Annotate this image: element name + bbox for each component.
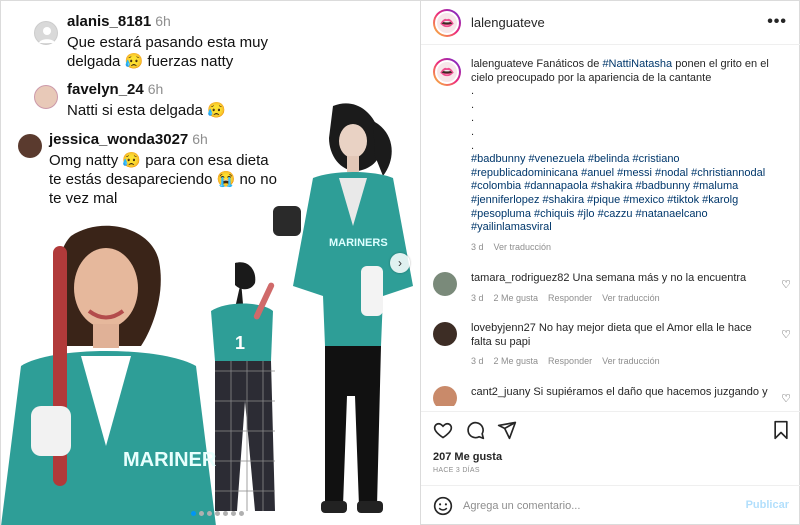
caption-username[interactable]: lalenguateve [471, 58, 533, 70]
overlay-comment-time: 6h [192, 131, 208, 147]
post-header: 👄 lalenguateve ••• [421, 1, 800, 45]
carousel-next-button[interactable]: › [390, 253, 410, 273]
commenter-avatar [34, 21, 58, 45]
caption-meta: 3 d Ver traducción [471, 241, 771, 255]
caption-age: 3 d [471, 241, 484, 252]
comment-input[interactable] [463, 496, 733, 516]
comment-translate-link[interactable]: Ver traducción [602, 293, 660, 303]
like-count[interactable]: 207 Me gusta [433, 451, 502, 463]
caption-author-avatar-image: 👄 [435, 60, 459, 84]
overlay-comment-text: Que estará pasando esta muy delgada 😥 fu… [67, 34, 268, 70]
emoji-picker-icon[interactable] [433, 496, 453, 516]
carousel-dot-active [191, 511, 196, 516]
overlay-comment-user: alanis_8181 [67, 13, 152, 30]
comment-username[interactable]: cant2_juany [471, 386, 530, 398]
carousel-dot [207, 511, 212, 516]
caption-translate-link[interactable]: Ver traducción [494, 242, 552, 252]
caption-hashtags[interactable]: #badbunny #venezuela #belinda #cristiano… [471, 153, 771, 235]
comment-avatar[interactable] [433, 272, 457, 296]
overlay-comment-time: 6h [147, 81, 164, 97]
post-author-username[interactable]: lalenguateve [471, 15, 545, 30]
profile-avatar[interactable]: 👄 [433, 8, 461, 37]
overlay-comment-user: favelyn_24 [67, 81, 144, 98]
jersey-lettering: MARINERS [329, 237, 388, 249]
caption-text: lalenguateve Fanáticos de #NattiNatasha p… [471, 58, 771, 254]
post-sidebar: 👄 lalenguateve ••• 👄 lalenguateve Fanátic… [421, 1, 800, 525]
caption-dot-line: . [471, 125, 475, 138]
comment-likes[interactable]: 2 Me gusta [494, 293, 539, 303]
publish-button[interactable]: Publicar [746, 499, 789, 511]
comment-avatar[interactable] [433, 386, 457, 406]
save-bookmark-icon[interactable] [771, 420, 791, 440]
comment-avatar[interactable] [433, 322, 457, 346]
comments-scroll-area[interactable]: 👄 lalenguateve Fanáticos de #NattiNatasha… [421, 46, 800, 406]
overlay-comment-time: 6h [155, 13, 171, 29]
comment-bubble-icon[interactable] [465, 420, 485, 440]
more-options-icon[interactable]: ••• [767, 13, 787, 31]
commenter-avatar [34, 85, 58, 109]
comment-body: Si supiéramos el daño que hacemos juzgan… [533, 386, 768, 398]
carousel-indicator [191, 511, 244, 516]
overlay-comment-user: jessica_wonda3027 [49, 131, 189, 148]
post-dialog: alanis_8181 6h Que estará pasando esta mu… [0, 0, 800, 525]
comment-reply-button[interactable]: Responder [548, 293, 592, 303]
caption-mention[interactable]: #NattiNatasha [602, 58, 672, 70]
caption-author-avatar[interactable]: 👄 [433, 58, 461, 86]
comment-like-heart-icon[interactable]: ♡ [781, 392, 791, 405]
caption-dot-line: . [471, 112, 475, 125]
overlay-comment: jessica_wonda3027 6h Omg natty 😥 para con… [49, 131, 284, 208]
comment-text: tamara_rodriguez82 Una semana más y no l… [471, 272, 771, 305]
comment-like-heart-icon[interactable]: ♡ [781, 328, 791, 341]
comment-age: 3 d [471, 356, 484, 367]
add-comment-bar: Publicar [421, 485, 800, 525]
like-heart-icon[interactable] [433, 420, 453, 440]
comment-age: 3 d [471, 292, 484, 303]
comment-text: cant2_juany Si supiéramos el daño que ha… [471, 386, 771, 400]
carousel-dot [231, 511, 236, 516]
carousel-dot [223, 511, 228, 516]
jersey-number: 1 [235, 333, 245, 353]
comment-body: Una semana más y no la encuentra [572, 272, 747, 284]
post-action-bar [421, 411, 800, 451]
overlay-comment-text: Omg natty 😥 para con esa dieta te estás … [49, 152, 277, 207]
comment-translate-link[interactable]: Ver traducción [602, 356, 660, 366]
caption-dot-line: . [471, 98, 475, 111]
carousel-dot [239, 511, 244, 516]
comment-username[interactable]: lovebyjenn27 [471, 322, 536, 334]
carousel-dot [215, 511, 220, 516]
comment-text: lovebyjenn27 No hay mejor dieta que el A… [471, 322, 771, 369]
comment-like-heart-icon[interactable]: ♡ [781, 278, 791, 291]
profile-avatar-image: 👄 [435, 10, 459, 35]
jersey-lettering: MARINERS [123, 449, 216, 471]
post-media[interactable]: alanis_8181 6h Que estará pasando esta mu… [1, 1, 421, 525]
comment-meta: 3 d 2 Me gusta Responder Ver traducción [471, 292, 771, 306]
carousel-dot [199, 511, 204, 516]
comment-likes[interactable]: 2 Me gusta [494, 356, 539, 366]
caption-dot-line: . [471, 139, 475, 152]
post-date: HACE 3 DÍAS [433, 467, 480, 474]
overlay-comment: alanis_8181 6h Que estará pasando esta mu… [67, 13, 297, 71]
comment-meta: 3 d 2 Me gusta Responder Ver traducción [471, 355, 771, 369]
commenter-avatar [18, 134, 42, 158]
comment-username[interactable]: tamara_rodriguez82 [471, 272, 569, 284]
caption-dot-line: . [471, 85, 475, 98]
caption-text-before: Fanáticos de [536, 58, 603, 70]
woman-with-bat-photo: MARINERS [1, 225, 216, 525]
share-send-icon[interactable] [497, 420, 517, 440]
comment-reply-button[interactable]: Responder [548, 356, 592, 366]
